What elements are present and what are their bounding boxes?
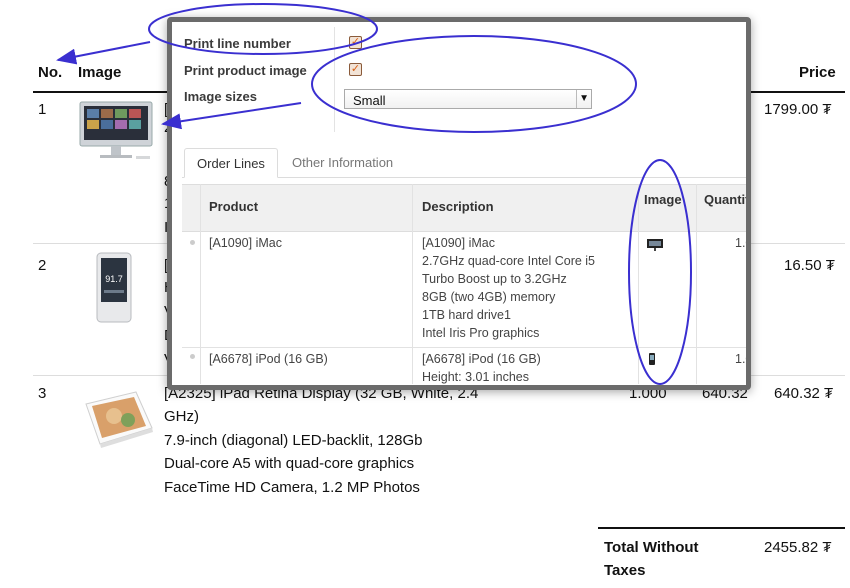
- annotation-ellipse: [311, 35, 637, 133]
- annotation-ellipse: [628, 159, 692, 385]
- annotation-arrow: [56, 41, 151, 65]
- annotation-arrow: [161, 102, 302, 130]
- annotation-ellipse: [148, 3, 378, 55]
- annotation-layer: [56, 3, 692, 385]
